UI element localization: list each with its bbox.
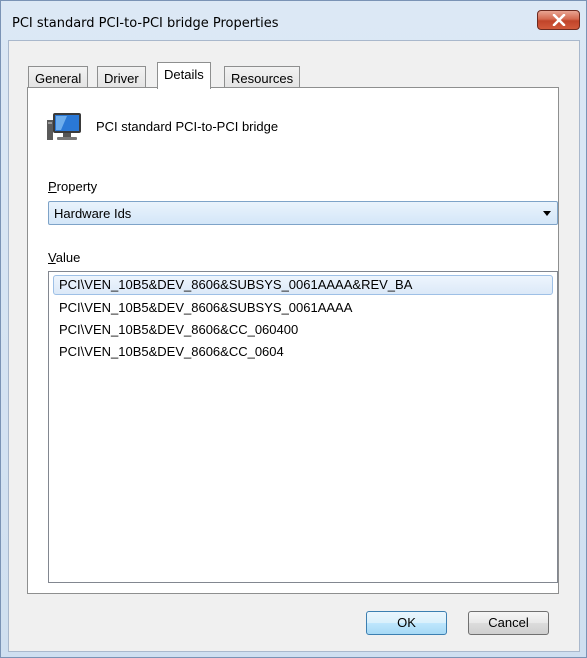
value-label: Value <box>48 250 80 265</box>
tab-details[interactable]: Details <box>157 62 211 89</box>
cancel-button[interactable]: Cancel <box>468 611 549 635</box>
list-item[interactable]: PCI\VEN_10B5&DEV_8606&CC_060400 <box>53 320 553 340</box>
tab-strip: General Driver Details Resources <box>9 41 579 89</box>
tab-general[interactable]: General <box>28 66 89 88</box>
window-title: PCI standard PCI-to-PCI bridge Propertie… <box>12 16 279 31</box>
property-accel-key: P <box>48 179 57 194</box>
ok-button[interactable]: OK <box>366 611 447 635</box>
property-label-rest: roperty <box>56 179 98 194</box>
close-icon <box>552 14 565 26</box>
property-label: Property <box>48 179 97 194</box>
title-bar[interactable]: PCI standard PCI-to-PCI bridge Propertie… <box>1 1 586 41</box>
tab-driver[interactable]: Driver <box>97 66 146 88</box>
device-name: PCI standard PCI-to-PCI bridge <box>96 119 279 134</box>
properties-window: PCI standard PCI-to-PCI bridge Propertie… <box>0 0 587 658</box>
monitor-icon <box>47 113 81 140</box>
tab-resources[interactable]: Resources <box>224 66 301 88</box>
value-accel-key: V <box>48 250 56 265</box>
value-label-rest: alue <box>55 250 81 265</box>
close-button[interactable] <box>537 10 580 30</box>
list-item[interactable]: PCI\VEN_10B5&DEV_8606&SUBSYS_0061AAAA <box>53 298 553 318</box>
list-item[interactable]: PCI\VEN_10B5&DEV_8606&SUBSYS_0061AAAA&RE… <box>53 275 553 295</box>
value-list[interactable]: PCI\VEN_10B5&DEV_8606&SUBSYS_0061AAAA&RE… <box>48 271 558 583</box>
chevron-down-icon <box>543 211 551 216</box>
property-select-value: Hardware Ids <box>54 206 132 221</box>
list-item[interactable]: PCI\VEN_10B5&DEV_8606&CC_0604 <box>53 342 553 362</box>
property-select[interactable]: Hardware Ids <box>48 201 558 225</box>
